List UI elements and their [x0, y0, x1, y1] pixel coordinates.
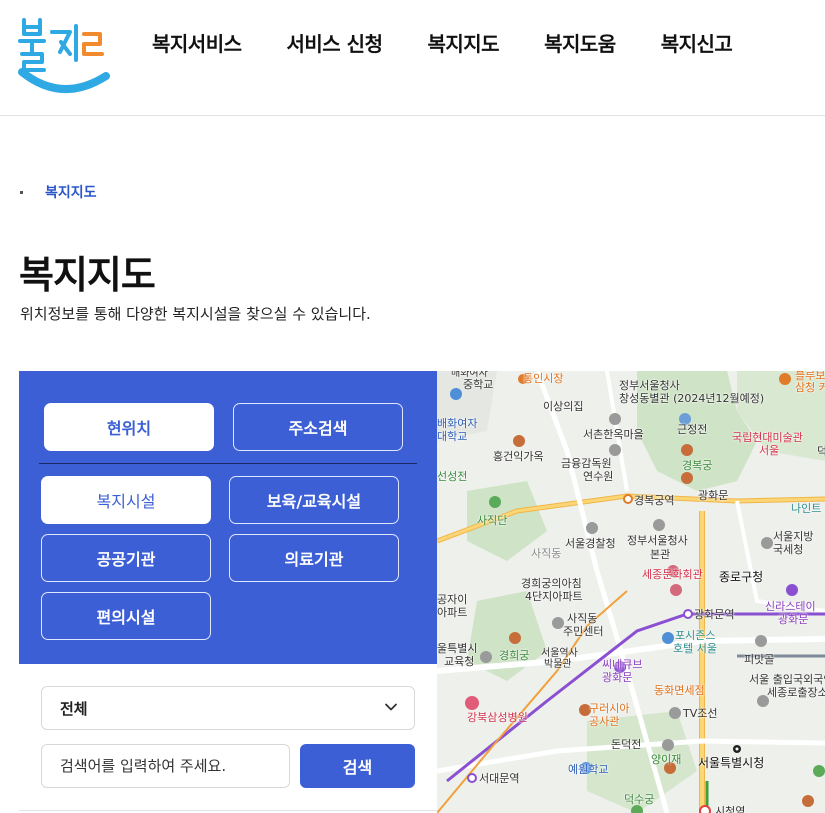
form-bottom-divider: [19, 810, 437, 811]
map-label: 예원학교: [568, 763, 609, 776]
category-public-institution[interactable]: 공공기관: [41, 534, 211, 582]
map-label: 광화문: [602, 671, 633, 684]
select-value: 전체: [60, 699, 88, 718]
map-label: 아파트: [437, 606, 468, 619]
map-label: 신라스테이: [765, 600, 816, 613]
address-search-button[interactable]: 주소검색: [233, 403, 403, 451]
map-label: 경희궁: [499, 649, 530, 662]
map-label: 세종문화회관: [642, 568, 703, 581]
logo-graphic: [18, 18, 110, 93]
map-label: 주민센터: [563, 625, 604, 638]
map-label: 공자이: [437, 593, 468, 606]
map-label: 4단지아파트: [525, 590, 583, 603]
welfare-map[interactable]: 배화여자 중학교 통인시장 정부서울청사 창성동별관 (2024년12월예정) …: [437, 371, 825, 813]
map-label: 세종로출장소: [767, 686, 825, 699]
map-label: 종로구청: [719, 570, 764, 584]
map-label: 중학교: [463, 378, 494, 391]
search-input[interactable]: [41, 744, 290, 788]
map-label: 광화문: [698, 489, 729, 502]
map-label: 사직단: [477, 514, 508, 527]
breadcrumb: 복지지도: [20, 182, 97, 202]
map-label: 사직동: [531, 547, 562, 560]
map-label: 교육청: [444, 655, 475, 668]
category-welfare-facility[interactable]: 복지시설: [41, 476, 211, 524]
map-label: 홍건익가옥: [493, 450, 544, 463]
map-label: 본관: [650, 548, 671, 561]
map-label: 서울: [759, 444, 780, 457]
map-label: 경복궁역: [634, 494, 675, 507]
bokjiro-logo[interactable]: [16, 8, 112, 100]
map-label: 서대문역: [479, 772, 520, 785]
chevron-down-icon: [385, 703, 397, 711]
current-location-button[interactable]: 현위치: [44, 403, 214, 451]
map-label: 통인시장: [523, 372, 564, 385]
map-label: 삼청 커: [795, 381, 825, 394]
map-label: 강북삼성병원: [467, 711, 528, 724]
map-label: 경희궁의아침: [521, 577, 582, 590]
map-label: 금융감독원: [561, 457, 612, 470]
nav-welfare-map[interactable]: 복지지도: [427, 28, 499, 57]
category-select[interactable]: 전체: [41, 686, 415, 730]
map-label: 정부서울청사: [619, 379, 680, 392]
breadcrumb-bullet: [20, 190, 23, 194]
map-label: TV조선: [683, 707, 718, 720]
map-label: 울특별시: [437, 642, 478, 655]
map-label: 돈덕전: [611, 738, 642, 751]
map-label: 피맛골: [744, 653, 775, 666]
map-label: 서울지방: [773, 530, 814, 543]
map-label: 양이재: [651, 753, 682, 766]
map-label: 광화문역: [694, 608, 735, 621]
map-label: 포시즌스: [675, 629, 716, 642]
map-label: 국립현대미술관: [732, 431, 803, 444]
map-label: 국세청: [773, 543, 804, 556]
site-header: 복지서비스 서비스 신청 복지지도 복지도움 복지신고: [0, 0, 825, 116]
map-label: 대학교: [437, 430, 468, 443]
map-label: 구러시아: [589, 702, 630, 715]
nav-welfare-help[interactable]: 복지도움: [544, 28, 616, 57]
map-label: 서울경찰청: [565, 537, 616, 550]
map-label: 동화면세점: [654, 684, 705, 697]
map-label: 이상의집: [543, 400, 584, 413]
map-label: 시청역: [715, 805, 746, 813]
global-nav: 복지서비스 서비스 신청 복지지도 복지도움 복지신고: [152, 28, 733, 57]
map-label: 서울 출입국외국인: [749, 673, 825, 686]
map-label: 서울특별시청: [698, 756, 765, 770]
map-label: 경복궁: [682, 459, 713, 472]
map-label: 배화여자: [437, 417, 478, 430]
map-label: 광화문: [778, 613, 809, 626]
panel-divider: [39, 463, 417, 464]
map-label: 연수원: [583, 470, 614, 483]
nav-service-apply[interactable]: 서비스 신청: [287, 28, 383, 57]
map-label: 서촌한옥마을: [583, 428, 644, 441]
map-label: 덕수궁: [624, 793, 655, 806]
nav-welfare-services[interactable]: 복지서비스: [152, 28, 242, 57]
filter-panel: 현위치 주소검색 복지시설 보육/교육시설 공공기관 의료기관 편의시설: [19, 371, 437, 664]
map-label: 씨네큐브: [602, 658, 643, 671]
search-button[interactable]: 검색: [300, 744, 415, 788]
nav-welfare-report[interactable]: 복지신고: [661, 28, 733, 57]
map-label: 창성동별관 (2024년12월예정): [619, 392, 765, 405]
map-label: 나인트: [791, 502, 822, 515]
map-label: 정부서울청사: [627, 534, 688, 547]
map-label: 근정전: [677, 423, 708, 436]
map-label: 공사관: [589, 715, 620, 728]
category-convenience[interactable]: 편의시설: [41, 592, 211, 640]
map-label: 호텔 서울: [673, 642, 717, 655]
map-label: 선성전: [437, 470, 468, 483]
map-label: 박물관: [544, 659, 572, 670]
breadcrumb-current[interactable]: 복지지도: [45, 182, 97, 202]
category-childcare-education[interactable]: 보육/교육시설: [229, 476, 399, 524]
category-medical[interactable]: 의료기관: [229, 534, 399, 582]
page-description: 위치정보를 통해 다양한 복지시설을 찾으실 수 있습니다.: [20, 305, 371, 323]
map-label: 사직동: [567, 612, 598, 625]
map-label: 덕: [817, 445, 825, 458]
page-title: 복지지도: [19, 253, 156, 297]
